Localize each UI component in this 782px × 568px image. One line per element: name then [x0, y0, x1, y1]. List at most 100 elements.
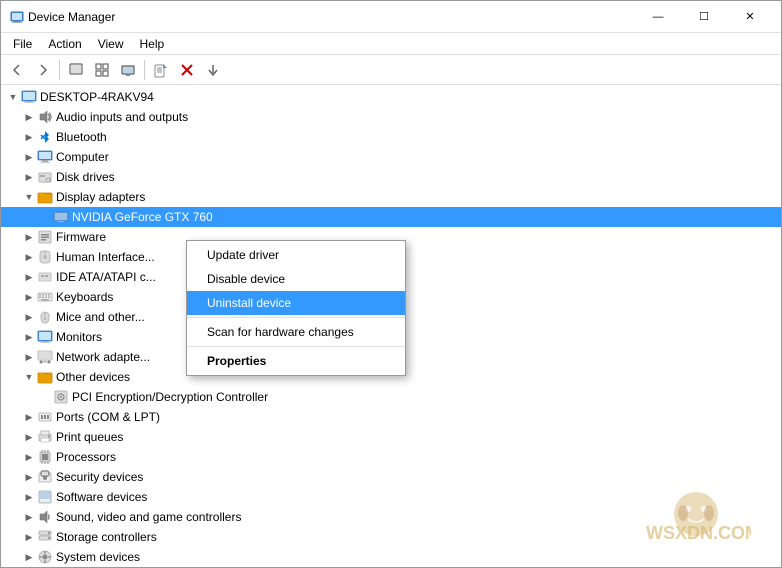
sound-label: Sound, video and game controllers: [56, 510, 241, 524]
context-menu: Update driver Disable device Uninstall d…: [186, 240, 406, 376]
toolbar-btn-1[interactable]: [64, 58, 88, 82]
firmware-expander[interactable]: ▶: [21, 229, 37, 245]
toolbar-btn-3[interactable]: [116, 58, 140, 82]
processors-label: Processors: [56, 450, 116, 464]
window-title: Device Manager: [28, 10, 635, 24]
bluetooth-expander[interactable]: ▶: [21, 129, 37, 145]
software-label: Software devices: [56, 490, 147, 504]
sound-expander[interactable]: ▶: [21, 509, 37, 525]
root-label: DESKTOP-4RAKV94: [40, 90, 154, 104]
sound-icon: [37, 509, 53, 525]
firmware-icon: [37, 229, 53, 245]
security-icon: [37, 469, 53, 485]
audio-expander[interactable]: ▶: [21, 109, 37, 125]
other-expander[interactable]: ▼: [21, 369, 37, 385]
forward-button[interactable]: [31, 58, 55, 82]
hid-expander[interactable]: ▶: [21, 249, 37, 265]
ctx-scan-hardware[interactable]: Scan for hardware changes: [187, 320, 405, 344]
security-label: Security devices: [56, 470, 143, 484]
processors-expander[interactable]: ▶: [21, 449, 37, 465]
tree-item-disk[interactable]: ▶ Disk drives: [1, 167, 781, 187]
main-area: ▼ DESKTOP-4RAKV94 ▶: [1, 85, 781, 567]
menu-help[interactable]: Help: [132, 35, 173, 53]
software-expander[interactable]: ▶: [21, 489, 37, 505]
disk-label: Disk drives: [56, 170, 115, 184]
other-folder-icon: [37, 369, 53, 385]
tree-item-computer[interactable]: ▶ Computer: [1, 147, 781, 167]
network-expander[interactable]: ▶: [21, 349, 37, 365]
app-icon: [9, 9, 25, 25]
keyboards-expander[interactable]: ▶: [21, 289, 37, 305]
keyboards-icon: [37, 289, 53, 305]
display-expander[interactable]: ▼: [21, 189, 37, 205]
remove-button[interactable]: [175, 58, 199, 82]
computer-icon: [37, 149, 53, 165]
storage-label: Storage controllers: [56, 530, 157, 544]
software-icon: [37, 489, 53, 505]
toolbar-btn-2[interactable]: [90, 58, 114, 82]
keyboards-label: Keyboards: [56, 290, 113, 304]
menu-action[interactable]: Action: [40, 35, 89, 53]
ide-expander[interactable]: ▶: [21, 269, 37, 285]
ports-expander[interactable]: ▶: [21, 409, 37, 425]
nvidia-label: NVIDIA GeForce GTX 760: [72, 210, 213, 224]
mice-expander[interactable]: ▶: [21, 309, 37, 325]
tree-item-print[interactable]: ▶ Print queues: [1, 427, 781, 447]
watermark: WSXDN.COM: [641, 489, 751, 547]
bluetooth-icon: [37, 129, 53, 145]
menu-file[interactable]: File: [5, 35, 40, 53]
down-button[interactable]: [201, 58, 225, 82]
ctx-disable-device[interactable]: Disable device: [187, 267, 405, 291]
title-bar: Device Manager — ☐ ✕: [1, 1, 781, 33]
tree-item-display[interactable]: ▼ Display adapters: [1, 187, 781, 207]
toolbar: [1, 55, 781, 85]
system-label: System devices: [56, 550, 140, 564]
tree-item-nvidia[interactable]: NVIDIA GeForce GTX 760: [1, 207, 781, 227]
tree-item-bluetooth[interactable]: ▶ Bluetooth: [1, 127, 781, 147]
computer-expander[interactable]: ▶: [21, 149, 37, 165]
network-label: Network adapte...: [56, 350, 150, 364]
tree-item-audio[interactable]: ▶ Audio inputs and outputs: [1, 107, 781, 127]
pci-icon: [53, 389, 69, 405]
print-expander[interactable]: ▶: [21, 429, 37, 445]
close-button[interactable]: ✕: [727, 1, 773, 33]
other-label: Other devices: [56, 370, 130, 384]
ctx-update-driver[interactable]: Update driver: [187, 243, 405, 267]
disk-expander[interactable]: ▶: [21, 169, 37, 185]
security-expander[interactable]: ▶: [21, 469, 37, 485]
ctx-uninstall-device[interactable]: Uninstall device: [187, 291, 405, 315]
print-label: Print queues: [56, 430, 123, 444]
toolbar-btn-4[interactable]: [149, 58, 173, 82]
ctx-separator: [187, 317, 405, 318]
storage-expander[interactable]: ▶: [21, 529, 37, 545]
minimize-button[interactable]: —: [635, 1, 681, 33]
maximize-button[interactable]: ☐: [681, 1, 727, 33]
tree-item-security[interactable]: ▶ Security devices: [1, 467, 781, 487]
ide-label: IDE ATA/ATAPI c...: [56, 270, 156, 284]
tree-item-pci[interactable]: PCI Encryption/Decryption Controller: [1, 387, 781, 407]
device-manager-window: Device Manager — ☐ ✕ File Action View He…: [0, 0, 782, 568]
menu-view[interactable]: View: [90, 35, 132, 53]
tree-root[interactable]: ▼ DESKTOP-4RAKV94: [1, 87, 781, 107]
back-button[interactable]: [5, 58, 29, 82]
pci-label: PCI Encryption/Decryption Controller: [72, 390, 268, 404]
tree-item-ports[interactable]: ▶ Ports (COM & LPT): [1, 407, 781, 427]
toolbar-separator-1: [59, 60, 60, 80]
monitors-expander[interactable]: ▶: [21, 329, 37, 345]
root-computer-icon: [21, 89, 37, 105]
monitors-icon: [37, 329, 53, 345]
system-expander[interactable]: ▶: [21, 549, 37, 565]
ctx-properties[interactable]: Properties: [187, 349, 405, 373]
root-expander[interactable]: ▼: [5, 89, 21, 105]
ports-label: Ports (COM & LPT): [56, 410, 160, 424]
disk-icon: [37, 169, 53, 185]
processors-icon: [37, 449, 53, 465]
audio-icon: [37, 109, 53, 125]
tree-item-processors[interactable]: ▶ Processors: [1, 447, 781, 467]
system-icon: [37, 549, 53, 565]
bluetooth-label: Bluetooth: [56, 130, 107, 144]
computer-label: Computer: [56, 150, 109, 164]
tree-item-system[interactable]: ▶ System devices: [1, 547, 781, 567]
ports-icon: [37, 409, 53, 425]
ide-icon: [37, 269, 53, 285]
